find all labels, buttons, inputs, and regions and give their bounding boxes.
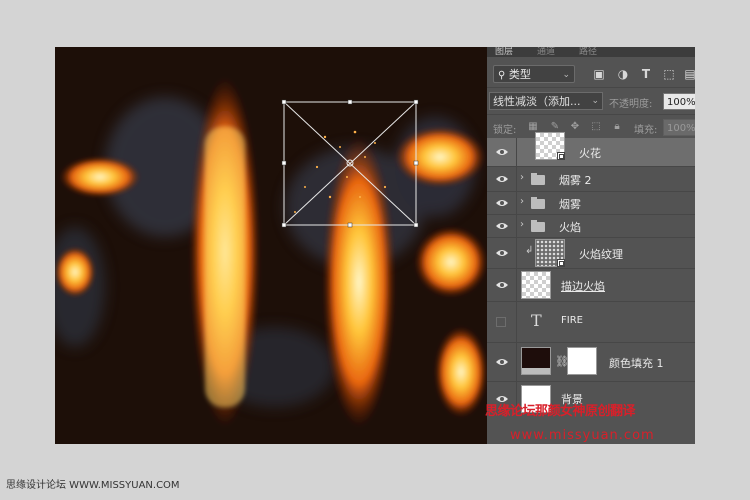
eye-icon[interactable] [495,147,509,157]
eye-icon[interactable] [495,221,509,231]
layer-name: FIRE [561,315,583,326]
blend-mode-select[interactable]: 线性减淡（添加... ⌄ [489,92,603,110]
filter-kind-label: 类型 [508,68,531,81]
folder-icon [531,197,545,209]
layer-mask-thumbnail [567,347,597,375]
document-canvas[interactable] [55,47,487,444]
flame-letter-i [190,77,260,427]
chevron-right-icon[interactable]: › [520,172,524,183]
filter-row: ⚲ 类型 ⌄ ▣ ◑ T ⬚ ▤ [487,57,695,88]
layer-row-stroke-flame[interactable]: 描边火焰 [487,269,695,302]
fill-color-thumbnail [521,347,551,375]
layer-name: 烟雾 2 [559,174,592,187]
image-filter-icon[interactable]: ▣ [591,67,607,81]
lock-position-icon[interactable]: ✥ [569,121,581,133]
layer-row-flame[interactable]: › 火焰 [487,215,695,238]
layer-row-fire-text[interactable]: T FIRE [487,302,695,343]
clipping-mask-arrow-icon: ↲ [525,245,534,256]
smartobject-filter-icon[interactable]: ▤ [682,67,695,81]
smart-object-badge-icon [557,152,565,160]
search-icon: ⚲ [498,70,506,81]
layer-thumbnail [521,271,551,299]
chevron-down-icon: ⌄ [591,96,599,106]
watermark-url: www.missyuan.com [510,428,655,443]
type-filter-icon[interactable]: T [638,67,654,81]
chevron-down-icon: ⌄ [562,70,570,80]
lock-label: 锁定: [493,125,517,136]
layer-name: 火焰 [559,221,581,234]
shape-filter-icon[interactable]: ⬚ [661,67,677,81]
layer-row-sparks[interactable]: 火花 [487,132,695,167]
lock-artboard-icon[interactable]: ⬚ [590,121,602,133]
layer-row-color-fill[interactable]: ⛓ 颜色填充 1 [487,343,695,382]
filter-kind-select[interactable]: ⚲ 类型 ⌄ [493,65,575,83]
eye-icon[interactable] [495,357,509,367]
eye-icon[interactable] [495,174,509,184]
layers-list: 火花 › 烟雾 2 › 烟雾 › 火焰 ↲ 火焰纹理 描边火焰 T FIRE ⛓… [487,132,695,414]
flame-letter-r [323,127,487,427]
layer-name: 颜色填充 1 [609,357,664,370]
panel-tabbar: 图层 通道 路径 [487,47,695,57]
site-footer-text: 思缘设计论坛 WWW.MISSYUAN.COM [6,480,180,491]
fill-input[interactable]: 100% [663,119,695,136]
visibility-toggle-hidden[interactable] [496,317,506,327]
text-layer-icon: T [531,311,542,330]
layer-row-smoke[interactable]: › 烟雾 [487,192,695,215]
eye-icon[interactable] [495,198,509,208]
layer-row-flame-texture[interactable]: ↲ 火焰纹理 [487,238,695,269]
fire-artwork [55,77,487,427]
layer-name: 火焰纹理 [579,248,623,261]
blend-row: 线性减淡（添加... ⌄ 不透明度: 100% [487,88,695,115]
smart-object-badge-icon [557,259,565,267]
layer-thumbnail [535,132,565,160]
layer-row-smoke-2[interactable]: › 烟雾 2 [487,167,695,192]
watermark-text: 思缘论坛那颜女神原创翻译 [485,404,636,419]
layer-name: 火花 [579,147,601,160]
layer-thumbnail [535,239,565,267]
layer-name: 烟雾 [559,198,581,211]
opacity-label: 不透明度: [609,99,653,110]
opacity-input[interactable]: 100% [663,93,695,110]
layer-name: 描边火焰 [561,280,605,293]
tab-layers[interactable]: 图层 [495,47,513,57]
adjustment-filter-icon[interactable]: ◑ [615,67,631,81]
tab-paths[interactable]: 路径 [579,47,597,57]
tab-channels[interactable]: 通道 [537,47,555,57]
fill-label: 填充: [634,125,658,136]
lock-all-icon[interactable]: 🔒︎ [611,121,623,133]
eye-icon[interactable] [495,248,509,258]
chevron-right-icon[interactable]: › [520,219,524,230]
lock-row: 锁定: ▦ ✎ ✥ ⬚ 🔒︎ 填充: 100% [487,115,695,140]
folder-icon [531,173,545,185]
chevron-right-icon[interactable]: › [520,196,524,207]
folder-icon [531,220,545,232]
blend-mode-value: 线性减淡（添加... [493,95,581,108]
eye-icon[interactable] [495,280,509,290]
layers-panel: 图层 通道 路径 ⚲ 类型 ⌄ ▣ ◑ T ⬚ ▤ 线性减淡（添加... ⌄ 不… [487,47,695,444]
